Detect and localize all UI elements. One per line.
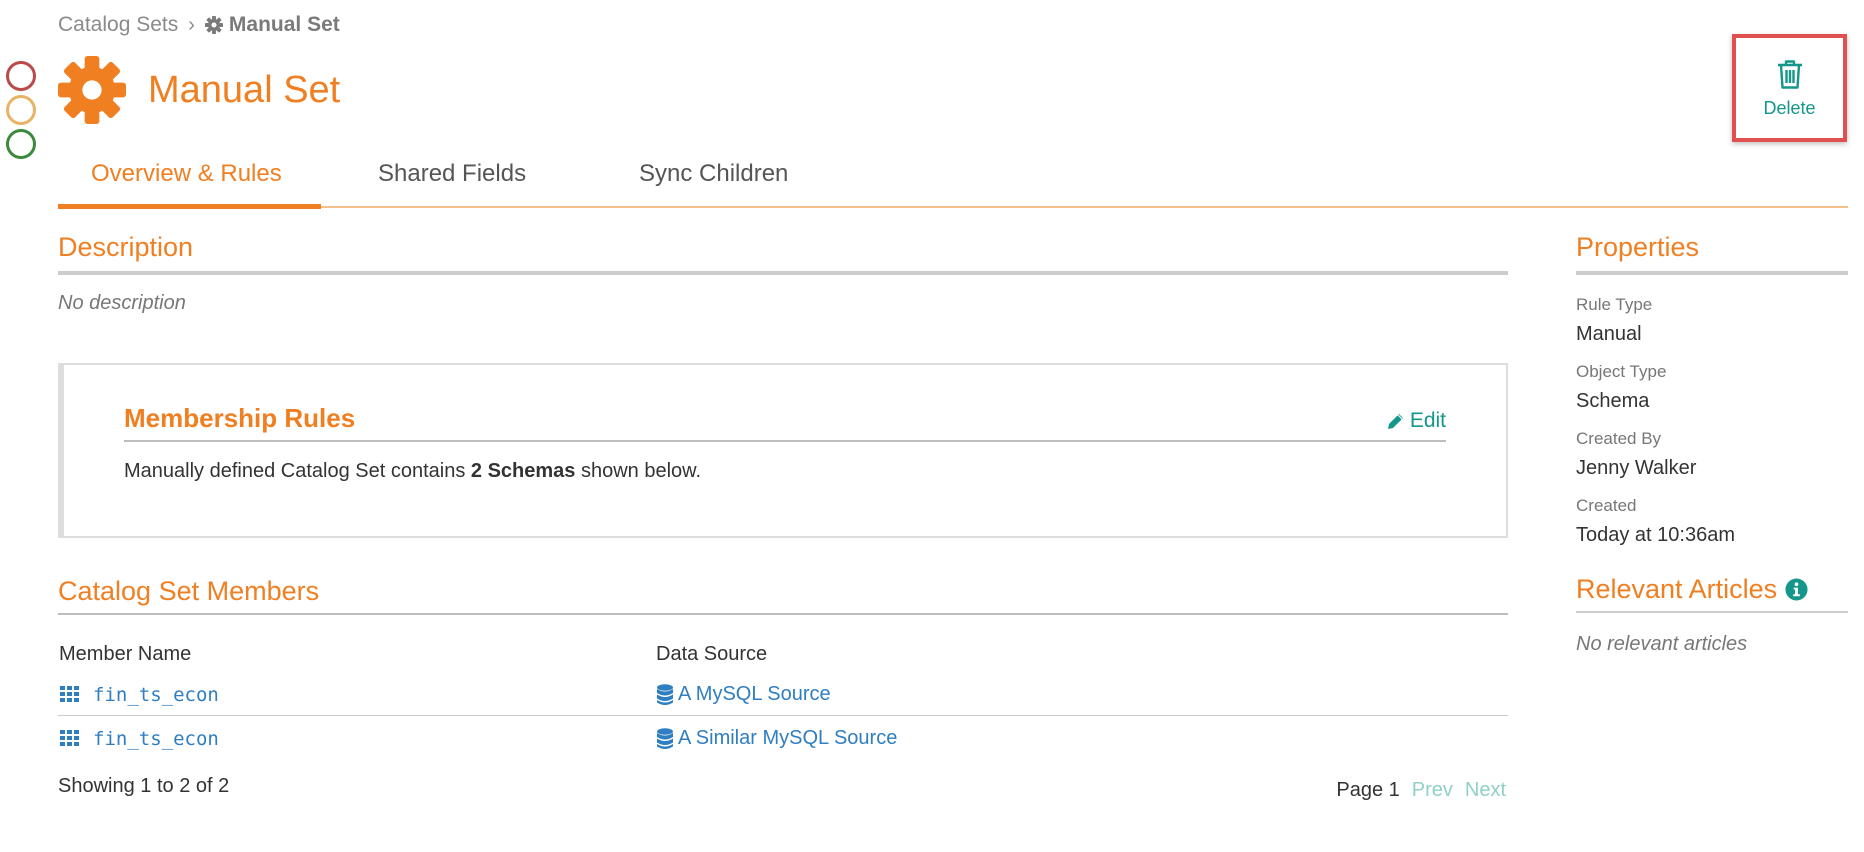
divider bbox=[1576, 611, 1848, 613]
description-section: Description bbox=[58, 232, 1508, 275]
page-number: Page 1 bbox=[1336, 779, 1400, 801]
pagination-summary: Showing 1 to 2 of 2 bbox=[58, 775, 230, 797]
breadcrumb-separator: › bbox=[188, 13, 195, 36]
edit-label: Edit bbox=[1409, 409, 1446, 432]
members-heading: Catalog Set Members bbox=[58, 576, 320, 606]
membership-rules-header: Membership Rules Edit bbox=[124, 403, 1446, 442]
membership-rules-panel: Membership Rules Edit Manually defined C… bbox=[58, 363, 1508, 538]
active-tab-indicator bbox=[58, 204, 321, 209]
description-text: No description bbox=[58, 292, 186, 314]
properties-panel: Properties Rule Type Manual Object Type … bbox=[1576, 232, 1848, 547]
members-section: Catalog Set Members bbox=[58, 576, 1508, 615]
relevant-articles-heading: Relevant Articles bbox=[1576, 574, 1778, 604]
table-row: fin_ts_econ A Similar MySQL Source bbox=[58, 716, 1508, 760]
trash-icon bbox=[1777, 59, 1802, 89]
rules-text-before: Manually defined Catalog Set contains bbox=[124, 460, 471, 482]
table-row: fin_ts_econ A MySQL Source bbox=[58, 672, 1508, 716]
breadcrumb-current-label: Manual Set bbox=[228, 13, 340, 36]
tab-shared-fields[interactable]: Shared Fields bbox=[378, 160, 526, 188]
next-page-button[interactable]: Next bbox=[1465, 779, 1506, 802]
divider bbox=[124, 440, 1446, 442]
no-articles-text: No relevant articles bbox=[1576, 633, 1748, 655]
table-grid-icon bbox=[60, 730, 79, 746]
edit-rules-link[interactable]: Edit bbox=[1387, 409, 1446, 433]
data-source-link[interactable]: A MySQL Source bbox=[656, 683, 831, 706]
divider bbox=[1576, 271, 1848, 275]
tab-sync-children[interactable]: Sync Children bbox=[639, 160, 788, 188]
membership-rules-text: Manually defined Catalog Set contains 2 … bbox=[124, 460, 701, 483]
status-indicators bbox=[6, 61, 36, 163]
membership-rules-heading: Membership Rules bbox=[124, 403, 356, 433]
green-circle-icon bbox=[6, 129, 36, 159]
amber-circle-icon bbox=[6, 95, 36, 125]
description-heading: Description bbox=[58, 232, 194, 262]
property-label: Created By bbox=[1576, 429, 1662, 448]
property-label: Object Type bbox=[1576, 362, 1667, 381]
divider bbox=[58, 613, 1508, 615]
delete-button[interactable]: Delete bbox=[1732, 34, 1847, 142]
table-grid-icon bbox=[60, 686, 79, 702]
property-value: Today at 10:36am bbox=[1576, 524, 1735, 546]
property-value: Manual bbox=[1576, 323, 1642, 345]
member-link[interactable]: fin_ts_econ bbox=[60, 684, 219, 706]
breadcrumb-parent-link[interactable]: Catalog Sets bbox=[58, 13, 178, 37]
member-name: fin_ts_econ bbox=[93, 684, 219, 706]
property-label: Created bbox=[1576, 496, 1637, 515]
property-label: Rule Type bbox=[1576, 295, 1653, 314]
column-header-data-source: Data Source bbox=[656, 643, 768, 665]
column-header-member-name[interactable]: Member Name bbox=[59, 643, 191, 666]
member-link[interactable]: fin_ts_econ bbox=[60, 728, 219, 750]
page-header: Manual Set bbox=[58, 56, 340, 124]
rules-text-after: shown below. bbox=[575, 460, 702, 482]
tab-overview-rules[interactable]: Overview & Rules bbox=[91, 160, 282, 188]
gear-icon bbox=[58, 56, 126, 124]
data-source-link[interactable]: A Similar MySQL Source bbox=[656, 727, 897, 750]
gear-icon bbox=[204, 16, 223, 34]
pagination: Page 1 Prev Next bbox=[1336, 779, 1506, 802]
member-name: fin_ts_econ bbox=[93, 728, 219, 750]
rules-text-count: 2 Schemas bbox=[470, 460, 576, 482]
delete-label: Delete bbox=[1763, 97, 1816, 118]
property-value: Jenny Walker bbox=[1576, 457, 1697, 479]
properties-heading: Properties bbox=[1576, 232, 1700, 262]
data-source-name: A MySQL Source bbox=[678, 683, 831, 705]
relevant-articles-panel: Relevant Articles No relevant articles bbox=[1576, 574, 1848, 656]
relevant-articles-header: Relevant Articles bbox=[1576, 574, 1848, 605]
red-circle-icon bbox=[6, 61, 36, 91]
page-title: Manual Set bbox=[148, 68, 341, 111]
database-icon bbox=[657, 727, 673, 749]
pencil-icon bbox=[1387, 414, 1403, 429]
tab-bar: Overview & Rules Shared Fields Sync Chil… bbox=[58, 150, 1848, 209]
data-source-name: A Similar MySQL Source bbox=[678, 727, 898, 749]
divider bbox=[58, 271, 1508, 275]
database-icon bbox=[657, 683, 673, 705]
info-circle-icon[interactable] bbox=[1785, 578, 1808, 601]
prev-page-button[interactable]: Prev bbox=[1412, 779, 1453, 802]
breadcrumb-current: Manual Set bbox=[204, 13, 340, 37]
breadcrumb: Catalog Sets › Manual Set bbox=[58, 13, 340, 37]
property-value: Schema bbox=[1576, 390, 1650, 412]
